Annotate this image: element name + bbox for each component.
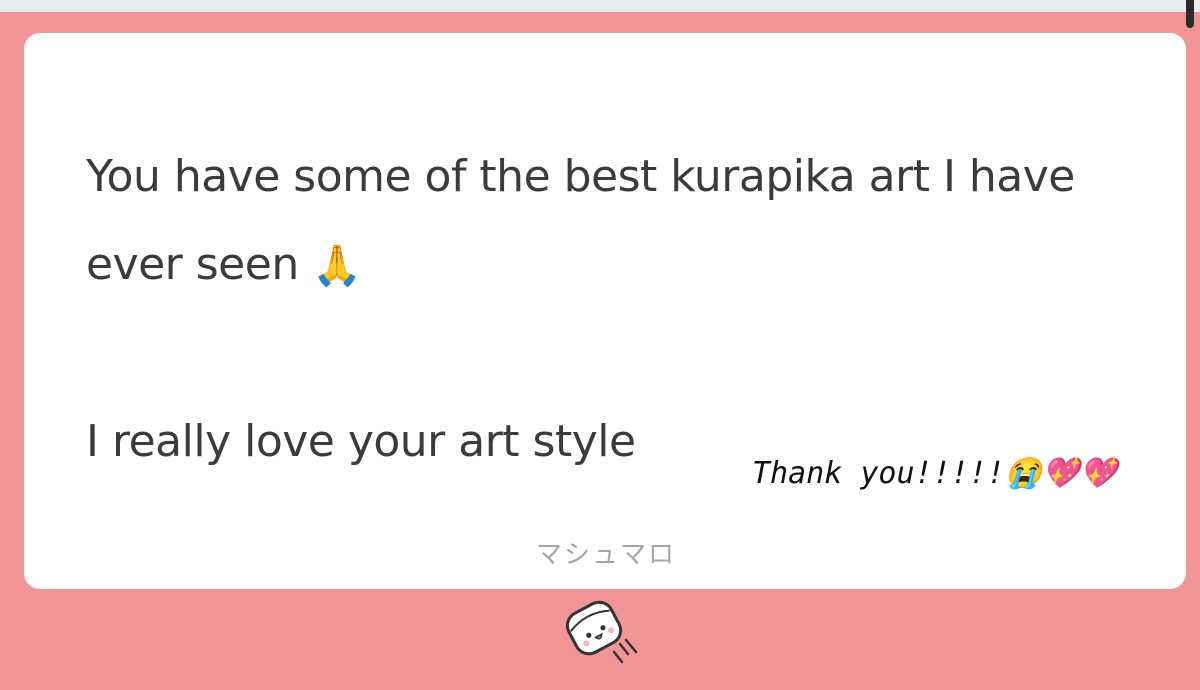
scrollbar-thumb[interactable] bbox=[1186, 0, 1194, 28]
message-line-1: You have some of the best kurapika art I… bbox=[86, 151, 1075, 290]
folded-hands-icon: 🙏 bbox=[312, 243, 362, 289]
marshmallow-logo-icon bbox=[565, 600, 638, 664]
top-scroll-area bbox=[0, 0, 1200, 12]
message-text: You have some of the best kurapika art I… bbox=[86, 133, 1126, 486]
message-line-2: I really love your art style bbox=[86, 416, 636, 467]
reply-note: Thank you!!!!!😭💖💖 bbox=[752, 456, 1117, 491]
brand-label: マシュマロ bbox=[535, 540, 676, 570]
